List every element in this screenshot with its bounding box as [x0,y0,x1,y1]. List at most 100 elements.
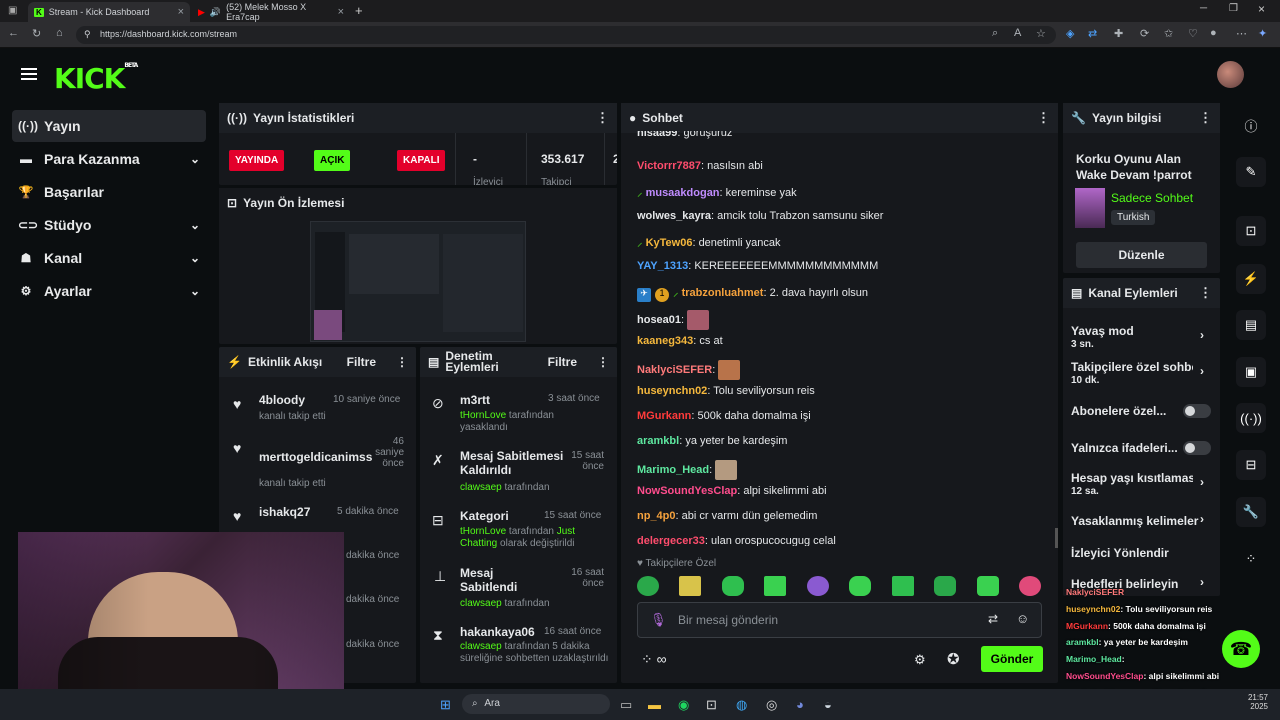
sidebar-item-basarilar[interactable]: 🏆 Başarılar [12,176,206,208]
edge-icon[interactable]: ◍ [736,697,747,713]
store-icon[interactable]: ⊡ [706,697,717,713]
subscribers-only-toggle[interactable] [1183,404,1211,418]
more-options-icon[interactable]: ⋮ [597,356,609,368]
chat-username[interactable]: huseynchn02 [637,385,707,397]
sidebar-item-studyo[interactable]: ⊂⊃ Stüdyo ⌄ [12,209,206,241]
taskbar-search[interactable]: ⌕ Ara [462,694,610,714]
filter-button[interactable]: Filtre [548,356,577,368]
chat-username[interactable]: nisaa99 [637,131,677,139]
read-aloud-icon[interactable]: A [1014,27,1021,39]
chat-username[interactable]: musaakdogan [646,187,720,199]
lightning-icon[interactable]: ⚡ [1236,264,1266,294]
url-field[interactable]: ⚲ https://dashboard.kick.com/stream [76,26,1056,44]
file-explorer-icon[interactable]: ▬ [648,697,661,712]
broadcast-icon[interactable]: ((·)) [1236,403,1266,433]
chat-username[interactable]: YAY_1313 [637,260,688,272]
moderator-name[interactable]: clawsaep [460,598,502,609]
chat-username[interactable]: KyTew06 [646,237,693,249]
minimize-icon[interactable]: ─ [1200,3,1207,14]
speaker-icon[interactable]: 🔊 [210,7,221,18]
chevron-right-icon[interactable]: › [1200,575,1204,589]
spotify-icon[interactable]: ◉ [678,697,689,713]
refresh-icon[interactable]: ↻ [32,27,41,40]
emote-icon[interactable] [891,576,914,596]
moderator-name[interactable]: tHornLove [460,526,506,537]
user-avatar[interactable] [1217,61,1244,88]
emote-icon[interactable] [1018,576,1041,596]
emote-image[interactable] [715,460,738,480]
back-icon[interactable]: ← [8,27,19,39]
filter-button[interactable]: Filtre [347,355,376,369]
chat-username[interactable]: wolwes_kayra [637,210,711,222]
sidebar-item-para-kazanma[interactable]: ▬ Para Kazanma ⌄ [12,143,206,175]
emote-icon[interactable] [976,576,999,596]
moderator-name[interactable]: clawsaep [460,641,502,652]
more-options-icon[interactable]: ⋮ [1037,110,1050,126]
browser-tab-kick[interactable]: K Stream - Kick Dashboard × [28,2,190,22]
activity-user[interactable]: 4bloody [259,393,305,407]
sidebar-item-kanal[interactable]: ☗ Kanal ⌄ [12,242,206,274]
support-headset-icon[interactable]: ☎ [1222,630,1260,668]
rewards-icon[interactable]: ✪ [947,650,960,668]
task-view-icon[interactable]: ▭ [620,697,632,713]
chat-input[interactable]: 🎙 Bir mesaj gönderin ⇄ ☺ [637,602,1042,638]
chat-bubble-icon[interactable]: ▣ [1236,357,1266,387]
emote-icon[interactable] [721,576,744,596]
channel-icon[interactable]: ⊟ [1236,450,1266,480]
kick-logo[interactable]: KICKBETA [54,62,138,95]
obs-icon[interactable]: ◎ [766,697,777,713]
chat-username[interactable]: delergecer33 [637,535,705,546]
chevron-right-icon[interactable]: › [1200,328,1204,342]
emoji-icon[interactable]: ☺ [1016,611,1029,626]
activity-user[interactable]: merttogeldicanimss [259,450,372,464]
close-tab-icon[interactable]: × [338,6,344,18]
steam-icon[interactable]: ◒ [824,697,832,712]
chevron-right-icon[interactable]: › [1200,475,1204,489]
translate-icon[interactable]: ⇄ [1088,27,1097,40]
clock[interactable]: 21:57 2025 [1244,693,1268,711]
copilot-icon[interactable]: ✦ [1258,27,1267,40]
emote-icon[interactable] [764,576,787,596]
emote-icon[interactable] [806,576,829,596]
chat-username[interactable]: NaklyciSEFER [637,364,712,376]
document-icon[interactable]: ▤ [1236,310,1266,340]
apps-icon[interactable]: ⁘ [1236,544,1266,574]
gear-icon[interactable]: ⚙ [914,652,926,668]
new-tab-icon[interactable]: + [355,3,363,18]
tab-actions-icon[interactable]: ▣ [8,5,17,16]
chevron-right-icon[interactable]: › [1200,512,1204,526]
chat-username[interactable]: MGurkann [637,410,691,422]
emote-icon[interactable] [849,576,872,596]
chat-username[interactable]: hosea01 [637,314,681,326]
stream-preview-video[interactable] [310,221,526,342]
chat-username[interactable]: Victorrr7887 [637,160,701,172]
more-menu-icon[interactable]: ⋯ [1236,27,1247,40]
moderator-name[interactable]: clawsaep [460,482,502,493]
chat-username[interactable]: trabzonluahmet [682,287,764,299]
category-link[interactable]: Sadece Sohbet [1111,191,1193,205]
more-options-icon[interactable]: ⋮ [1199,110,1212,126]
camera-icon[interactable]: ⊡ [1236,216,1266,246]
emote-icon[interactable] [637,576,659,596]
chat-username[interactable]: Marimo_Head [637,464,709,476]
collections-icon[interactable]: ✩ [1164,27,1173,40]
close-tab-icon[interactable]: × [178,6,184,18]
emotes-only-toggle[interactable] [1183,441,1211,455]
site-info-icon[interactable]: ⚲ [84,29,91,40]
more-options-icon[interactable]: ⋮ [596,110,609,126]
sidebar-item-yayin[interactable]: ((·)) Yayın [12,110,206,142]
chat-scrollbar[interactable] [1055,528,1058,548]
send-button[interactable]: Gönder [981,646,1043,672]
home-icon[interactable]: ⌂ [56,27,63,39]
chat-settings-dots-icon[interactable]: ⁘ ∞ [641,651,667,668]
discord-icon[interactable]: ◕ [796,697,804,712]
activity-user[interactable]: ishakq27 [259,505,310,519]
refresh-ext-icon[interactable]: ⟳ [1140,27,1149,40]
chat-username[interactable]: NowSoundYesClap [637,485,737,497]
category-thumbnail[interactable] [1075,188,1105,228]
browser-essentials-icon[interactable]: ♡ [1188,27,1198,40]
windows-start-icon[interactable]: ⊞ [440,697,451,713]
wrench-icon[interactable]: 🔧 [1236,497,1266,527]
profile-icon[interactable]: ● [1210,27,1217,39]
edit-button[interactable]: Düzenle [1076,242,1207,268]
